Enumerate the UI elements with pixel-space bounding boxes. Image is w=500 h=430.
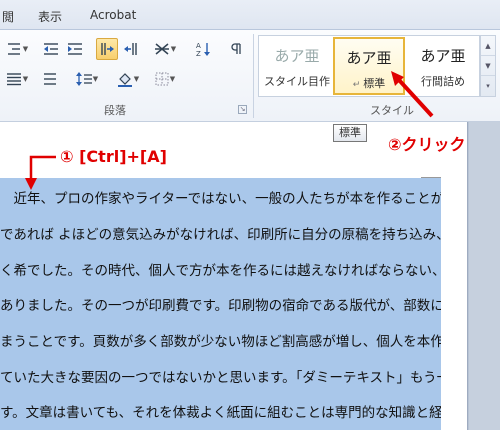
show-hide-marks-button[interactable]: [224, 38, 246, 60]
style-sample: あア亜: [274, 47, 320, 65]
increase-indent-icon: [68, 43, 82, 55]
distributed-icon: [44, 73, 56, 85]
group-separator: [253, 34, 254, 118]
left-to-right-icon: [101, 43, 114, 55]
sort-az-icon: AZ: [196, 42, 210, 57]
borders-icon: [155, 72, 169, 86]
line-spacing-icon: [75, 72, 92, 86]
annotation-step2: ②クリック: [388, 135, 466, 154]
borders-button[interactable]: ▼: [150, 68, 180, 90]
style-sample: あア亜: [346, 49, 392, 67]
styles-group-label: スタイル: [370, 104, 414, 117]
paragraph-dialog-launcher[interactable]: ↘: [238, 105, 247, 114]
document-line[interactable]: く希でした。その時代、個人で方が本を作るには越えなければならない、い: [0, 259, 441, 283]
sort-button[interactable]: AZ: [192, 38, 214, 60]
style-item-normal[interactable]: あア亜 ↵ 標準: [333, 37, 405, 95]
style-gallery-scroll[interactable]: ▲ ▼ ▾: [480, 35, 496, 97]
gallery-more-icon[interactable]: ▾: [481, 76, 495, 96]
document-line[interactable]: す。文章は書いても、それを体裁よく紙面に組むことは専門的な知識と経験: [0, 401, 441, 425]
paragraph-group-label: 段落: [104, 104, 126, 117]
ltr-text-direction-button[interactable]: [96, 38, 118, 60]
document-line[interactable]: 近年、プロの作家やライターではない、一般の人たちが本を作ることが増: [0, 187, 441, 211]
right-to-left-icon: [124, 43, 137, 55]
paint-bucket-icon: [117, 73, 132, 87]
scroll-down-icon[interactable]: ▼: [481, 56, 495, 76]
justify-button[interactable]: ▼: [2, 68, 32, 90]
distributed-button[interactable]: [40, 68, 60, 90]
document-margin: [469, 122, 500, 430]
tab-review[interactable]: 閲: [2, 8, 14, 25]
svg-text:Z: Z: [196, 50, 201, 57]
style-item-custom[interactable]: あア亜 スタイル目作: [261, 37, 333, 95]
svg-text:A: A: [196, 42, 201, 50]
style-sample: あア亜: [420, 47, 466, 65]
line-spacing-button[interactable]: ▼: [72, 68, 102, 90]
asian-layout-icon: [154, 43, 169, 55]
tab-acrobat[interactable]: Acrobat: [90, 8, 136, 22]
decrease-indent-button[interactable]: [40, 38, 62, 60]
scroll-up-icon[interactable]: ▲: [481, 36, 495, 56]
style-name: 行間詰め: [421, 75, 465, 88]
style-name: ↵ 標準: [352, 77, 386, 90]
justify-icon: [6, 73, 21, 86]
decrease-indent-icon: [44, 43, 58, 55]
multilevel-list-icon: [7, 43, 20, 55]
document-line[interactable]: ていた大きな要因の一つではないかと思います。「ダミーテキスト」もう一: [0, 366, 441, 390]
ribbon: ▼ ▼ AZ ▼ ▼ ▼ ▼ 段落 ↘ あア亜 スタイル目作 あア亜 ↵ 標準 …: [0, 30, 500, 122]
document-line[interactable]: であれば よほどの意気込みがなければ、印刷所に自分の原稿を持ち込み、自: [0, 223, 441, 247]
document-line[interactable]: ありました。その一つが印刷費です。印刷物の宿命である版代が、部数にか: [0, 294, 441, 318]
rtl-text-direction-button[interactable]: [120, 38, 142, 60]
style-gallery: あア亜 スタイル目作 あア亜 ↵ 標準 あア亜 行間詰め: [258, 35, 480, 97]
style-item-no-spacing[interactable]: あア亜 行間詰め: [407, 37, 479, 95]
paragraph-mark-icon: [231, 43, 241, 54]
style-tooltip: 標準: [333, 124, 367, 142]
asian-layout-button[interactable]: ▼: [150, 38, 180, 60]
tab-view[interactable]: 表示: [38, 8, 62, 25]
paragraph-mark-icon: ↵: [352, 80, 364, 90]
document-line[interactable]: まうことです。頁数が多く部数が少ない物ほど割高感が増し、個人を本作り: [0, 330, 441, 354]
shading-button[interactable]: ▼: [112, 68, 144, 90]
annotation-step1: ① [Ctrl]+[A]: [60, 147, 167, 166]
style-name: スタイル目作: [264, 75, 330, 88]
increase-indent-button[interactable]: [64, 38, 86, 60]
multilevel-list-button[interactable]: ▼: [2, 38, 32, 60]
ribbon-tab-bar: 閲 表示 Acrobat: [0, 0, 500, 30]
